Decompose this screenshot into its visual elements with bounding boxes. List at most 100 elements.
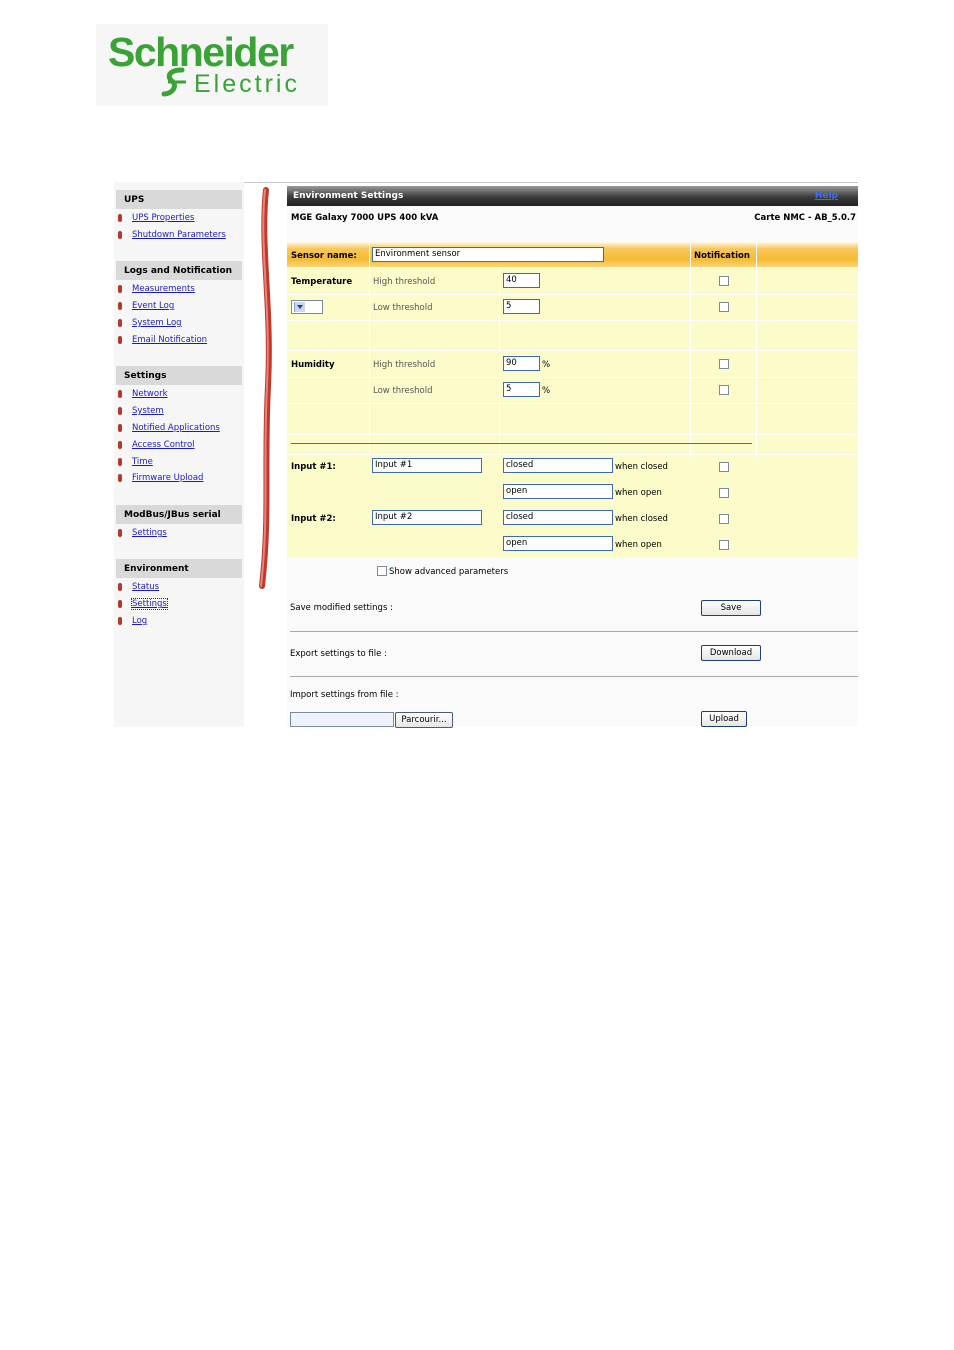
logo-symbol-icon — [161, 67, 186, 97]
bullet-icon — [118, 285, 122, 293]
bullet-icon — [118, 441, 122, 449]
sidebar-link[interactable]: Settings — [132, 528, 167, 538]
logo-wordmark-schneider: Schneider — [108, 29, 294, 75]
save-settings-label: Save modified settings : — [290, 603, 393, 613]
temp-low-notification-checkbox[interactable] — [719, 302, 729, 312]
sidebar-link[interactable]: Shutdown Parameters — [132, 230, 226, 240]
sidebar-section-settings: Settings — [116, 366, 242, 385]
humidity-low-threshold-label: Low threshold — [373, 386, 433, 396]
notification-header: Notification — [694, 251, 750, 261]
input2-name-input[interactable]: Input #2 — [372, 510, 482, 525]
input1-open-label: when open — [615, 488, 662, 498]
input1-open-input[interactable]: open — [503, 484, 613, 499]
decorative-red-bar — [259, 187, 272, 589]
input1-closed-notification-checkbox[interactable] — [719, 462, 729, 472]
sidebar-link[interactable]: Network — [132, 389, 168, 399]
temperature-label: Temperature — [291, 277, 353, 287]
input2-closed-input[interactable]: closed — [503, 510, 613, 525]
divider — [290, 676, 858, 677]
bullet-icon — [118, 617, 122, 625]
input1-closed-label: when closed — [615, 462, 668, 472]
sidebar-section-title: Logs and Notification — [124, 266, 233, 276]
sidebar-section-title: UPS — [124, 195, 145, 205]
sidebar-section-logs: Logs and Notification — [116, 261, 242, 280]
sidebar-link[interactable]: Status — [132, 582, 159, 592]
temperature-unit-select[interactable]: °C — [291, 300, 323, 314]
show-advanced-label: Show advanced parameters — [389, 567, 509, 577]
sidebar-link[interactable]: Email Notification — [132, 335, 207, 345]
bullet-icon — [118, 390, 122, 398]
temp-high-threshold-input[interactable]: 40 — [503, 273, 540, 288]
sidebar-link[interactable]: System — [132, 406, 164, 416]
bullet-icon — [118, 529, 122, 537]
input1-open-notification-checkbox[interactable] — [719, 488, 729, 498]
input1-closed-input[interactable]: closed — [503, 458, 613, 473]
grid-line — [287, 434, 858, 435]
show-advanced-checkbox[interactable] — [377, 566, 387, 576]
input2-open-notification-checkbox[interactable] — [719, 540, 729, 550]
help-link[interactable]: Help — [815, 191, 838, 201]
temp-high-notification-checkbox[interactable] — [719, 276, 729, 286]
grid-line — [756, 241, 757, 457]
humidity-high-threshold-label: High threshold — [373, 360, 436, 370]
humidity-high-threshold-input[interactable]: 90 — [503, 356, 540, 371]
grid-line — [287, 294, 858, 295]
humidity-low-notification-checkbox[interactable] — [719, 385, 729, 395]
grid-line — [287, 377, 858, 378]
temp-high-threshold-label: High threshold — [373, 277, 436, 287]
grid-line — [287, 403, 858, 404]
bullet-icon — [118, 319, 122, 327]
bullet-icon — [118, 458, 122, 466]
sidebar-section-title: ModBus/JBus serial — [124, 510, 221, 520]
environment-settings-panel: Environment Settings Help MGE Galaxy 700… — [287, 186, 858, 728]
humidity-high-notification-checkbox[interactable] — [719, 359, 729, 369]
humidity-high-unit: % — [542, 360, 551, 370]
bullet-icon — [118, 424, 122, 432]
grid-line — [287, 350, 858, 351]
humidity-low-threshold-input[interactable]: 5 — [503, 382, 540, 397]
bullet-icon — [118, 214, 122, 222]
import-file-input[interactable] — [290, 712, 394, 727]
sidebar-section-environment: Environment — [116, 559, 242, 578]
input2-closed-notification-checkbox[interactable] — [719, 514, 729, 524]
sidebar-link[interactable]: Time — [132, 457, 153, 467]
sidebar-link[interactable]: UPS Properties — [132, 213, 194, 223]
bullet-icon — [118, 583, 122, 591]
sensor-name-input[interactable]: Environment sensor — [372, 247, 604, 262]
sidebar-link-active[interactable]: Settings — [131, 598, 168, 610]
sidebar-link[interactable]: System Log — [132, 318, 182, 328]
panel-titlebar: Environment Settings Help — [287, 186, 858, 206]
sidebar-section-title: Settings — [124, 371, 167, 381]
sidebar-link[interactable]: Measurements — [132, 284, 195, 294]
sidebar-link[interactable]: Notified Applications — [132, 423, 220, 433]
sidebar-section-modbus: ModBus/JBus serial — [116, 505, 242, 524]
save-button[interactable]: Save — [701, 600, 761, 616]
section-divider — [291, 443, 752, 444]
browse-button[interactable]: Parcourir... — [395, 712, 453, 728]
chevron-down-icon[interactable] — [294, 302, 305, 312]
upload-button[interactable]: Upload — [701, 711, 747, 727]
temp-low-threshold-input[interactable]: 5 — [503, 299, 540, 314]
input1-name-input[interactable]: Input #1 — [372, 458, 482, 473]
sidebar-link[interactable]: Firmware Upload — [132, 473, 203, 483]
input2-open-label: when open — [615, 540, 662, 550]
grid-line — [690, 241, 691, 457]
import-settings-label: Import settings from file : — [290, 690, 399, 700]
bullet-icon — [118, 600, 122, 608]
sidebar-link[interactable]: Event Log — [132, 301, 174, 311]
grid-line — [369, 241, 370, 457]
divider — [290, 631, 858, 632]
bullet-icon — [118, 336, 122, 344]
input2-open-input[interactable]: open — [503, 536, 613, 551]
download-button[interactable]: Download — [701, 645, 761, 661]
sidebar-section-ups: UPS — [116, 190, 242, 209]
input1-label: Input #1: — [291, 462, 336, 472]
schneider-electric-logo: Schneider Electric — [96, 24, 328, 106]
input2-label: Input #2: — [291, 514, 336, 524]
sidebar-link[interactable]: Log — [132, 616, 147, 626]
bullet-icon — [118, 231, 122, 239]
logo-wordmark-electric: Electric — [194, 70, 300, 98]
sidebar-link[interactable]: Access Control — [132, 440, 195, 450]
panel-title: Environment Settings — [293, 191, 404, 201]
humidity-label: Humidity — [291, 360, 335, 370]
